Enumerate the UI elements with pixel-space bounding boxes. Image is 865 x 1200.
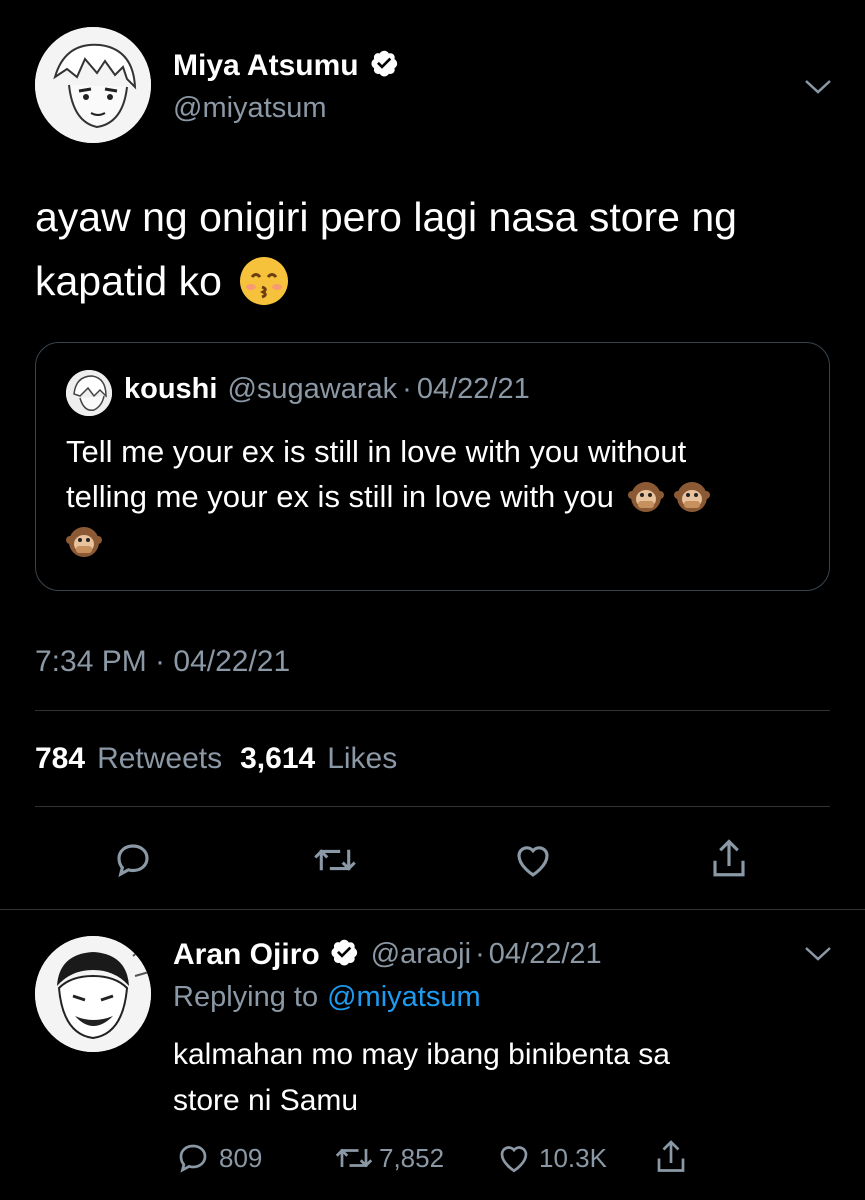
quoted-tweet[interactable]: koushi @sugawarak · 04/22/21 Tell me you… bbox=[35, 342, 830, 591]
divider bbox=[0, 909, 865, 910]
tweet-timestamp[interactable]: 7:34 PM · 04/22/21 bbox=[35, 645, 290, 679]
separator-dot: · bbox=[402, 373, 412, 405]
tweet-text-line: ayaw ng onigiri pero lagi nasa store ng bbox=[35, 194, 737, 240]
reply-author-avatar[interactable] bbox=[35, 936, 151, 1052]
retweet-button[interactable] bbox=[305, 835, 365, 885]
quoted-author-name: koushi bbox=[124, 373, 218, 405]
kissing-face-emoji-icon bbox=[239, 257, 288, 305]
quoted-text: Tell me your ex is still in love with yo… bbox=[66, 429, 826, 564]
verified-icon bbox=[329, 937, 359, 972]
reply-like-button[interactable]: 10.3K bbox=[495, 1140, 607, 1176]
reply-text-line: kalmahan mo may ibang binibenta sa bbox=[173, 1038, 670, 1071]
divider bbox=[35, 806, 830, 807]
like-icon bbox=[500, 1146, 528, 1173]
speak-no-evil-monkey-icon bbox=[66, 524, 102, 560]
divider bbox=[35, 710, 830, 711]
tweet-text: ayaw ng onigiri pero lagi nasa store ng … bbox=[35, 185, 737, 313]
quoted-text-line: telling me your ex is still in love with… bbox=[66, 474, 826, 519]
reply-author-name[interactable]: Aran Ojiro bbox=[173, 938, 320, 972]
like-button[interactable] bbox=[508, 835, 558, 885]
tweet-text-line: kapatid ko bbox=[35, 249, 737, 313]
quoted-text-line bbox=[66, 519, 826, 564]
separator-dot: · bbox=[475, 938, 485, 970]
retweet-count: 7,852 bbox=[379, 1142, 445, 1173]
quoted-text-line-2: telling me your ex is still in love with… bbox=[66, 479, 614, 514]
quoted-header: koushi @sugawarak · 04/22/21 bbox=[124, 373, 530, 406]
reply-count: 809 bbox=[219, 1142, 263, 1173]
quoted-author-avatar bbox=[66, 370, 112, 416]
author-avatar[interactable] bbox=[35, 27, 151, 143]
author-name-row: Miya Atsumu bbox=[173, 48, 399, 83]
reply-date[interactable]: 04/22/21 bbox=[489, 938, 602, 971]
chevron-down-icon[interactable] bbox=[803, 944, 833, 969]
retweet-icon bbox=[314, 849, 356, 871]
reply-icon bbox=[179, 1144, 207, 1173]
replying-to-label: Replying to bbox=[173, 981, 319, 1013]
reply-icon bbox=[117, 844, 149, 878]
reply-button[interactable] bbox=[108, 835, 158, 885]
quoted-date: 04/22/21 bbox=[416, 373, 530, 405]
tweet-text-line-2: kapatid ko bbox=[35, 258, 222, 304]
retweet-icon bbox=[335, 1148, 373, 1168]
like-count: 10.3K bbox=[539, 1142, 607, 1173]
retweets-label[interactable]: Retweets bbox=[97, 742, 222, 776]
reply-share-button[interactable] bbox=[653, 1137, 689, 1182]
reply-header: Aran Ojiro @araoji · 04/22/21 bbox=[173, 937, 602, 972]
reply-retweet-button[interactable]: 7,852 bbox=[333, 1140, 444, 1176]
share-icon bbox=[657, 1140, 685, 1172]
speak-no-evil-monkey-icon bbox=[673, 479, 710, 515]
author-name[interactable]: Miya Atsumu bbox=[173, 49, 359, 83]
reply-text-line: store ni Samu bbox=[173, 1084, 359, 1117]
retweets-count[interactable]: 784 bbox=[35, 742, 85, 776]
reply-text: kalmahan mo may ibang binibenta sa store… bbox=[173, 1032, 670, 1124]
reply-author-handle[interactable]: @araoji bbox=[371, 938, 471, 971]
quoted-text-line: Tell me your ex is still in love with yo… bbox=[66, 434, 687, 469]
likes-label[interactable]: Likes bbox=[327, 742, 397, 776]
speak-no-evil-monkey-icon bbox=[627, 479, 664, 515]
quoted-author-handle: @sugawarak bbox=[227, 373, 398, 405]
author-handle[interactable]: @miyatsum bbox=[173, 92, 327, 125]
tweet-stats: 784 Retweets 3,614 Likes bbox=[35, 742, 397, 776]
replying-to: Replying to @miyatsum bbox=[173, 981, 481, 1014]
share-button[interactable] bbox=[704, 833, 754, 885]
chevron-down-icon[interactable] bbox=[803, 77, 833, 102]
replying-to-link[interactable]: @miyatsum bbox=[327, 981, 481, 1014]
like-icon bbox=[517, 846, 549, 877]
verified-icon bbox=[369, 48, 399, 83]
likes-count[interactable]: 3,614 bbox=[240, 742, 315, 776]
share-icon bbox=[713, 839, 745, 877]
reply-reply-button[interactable]: 809 bbox=[175, 1140, 262, 1176]
